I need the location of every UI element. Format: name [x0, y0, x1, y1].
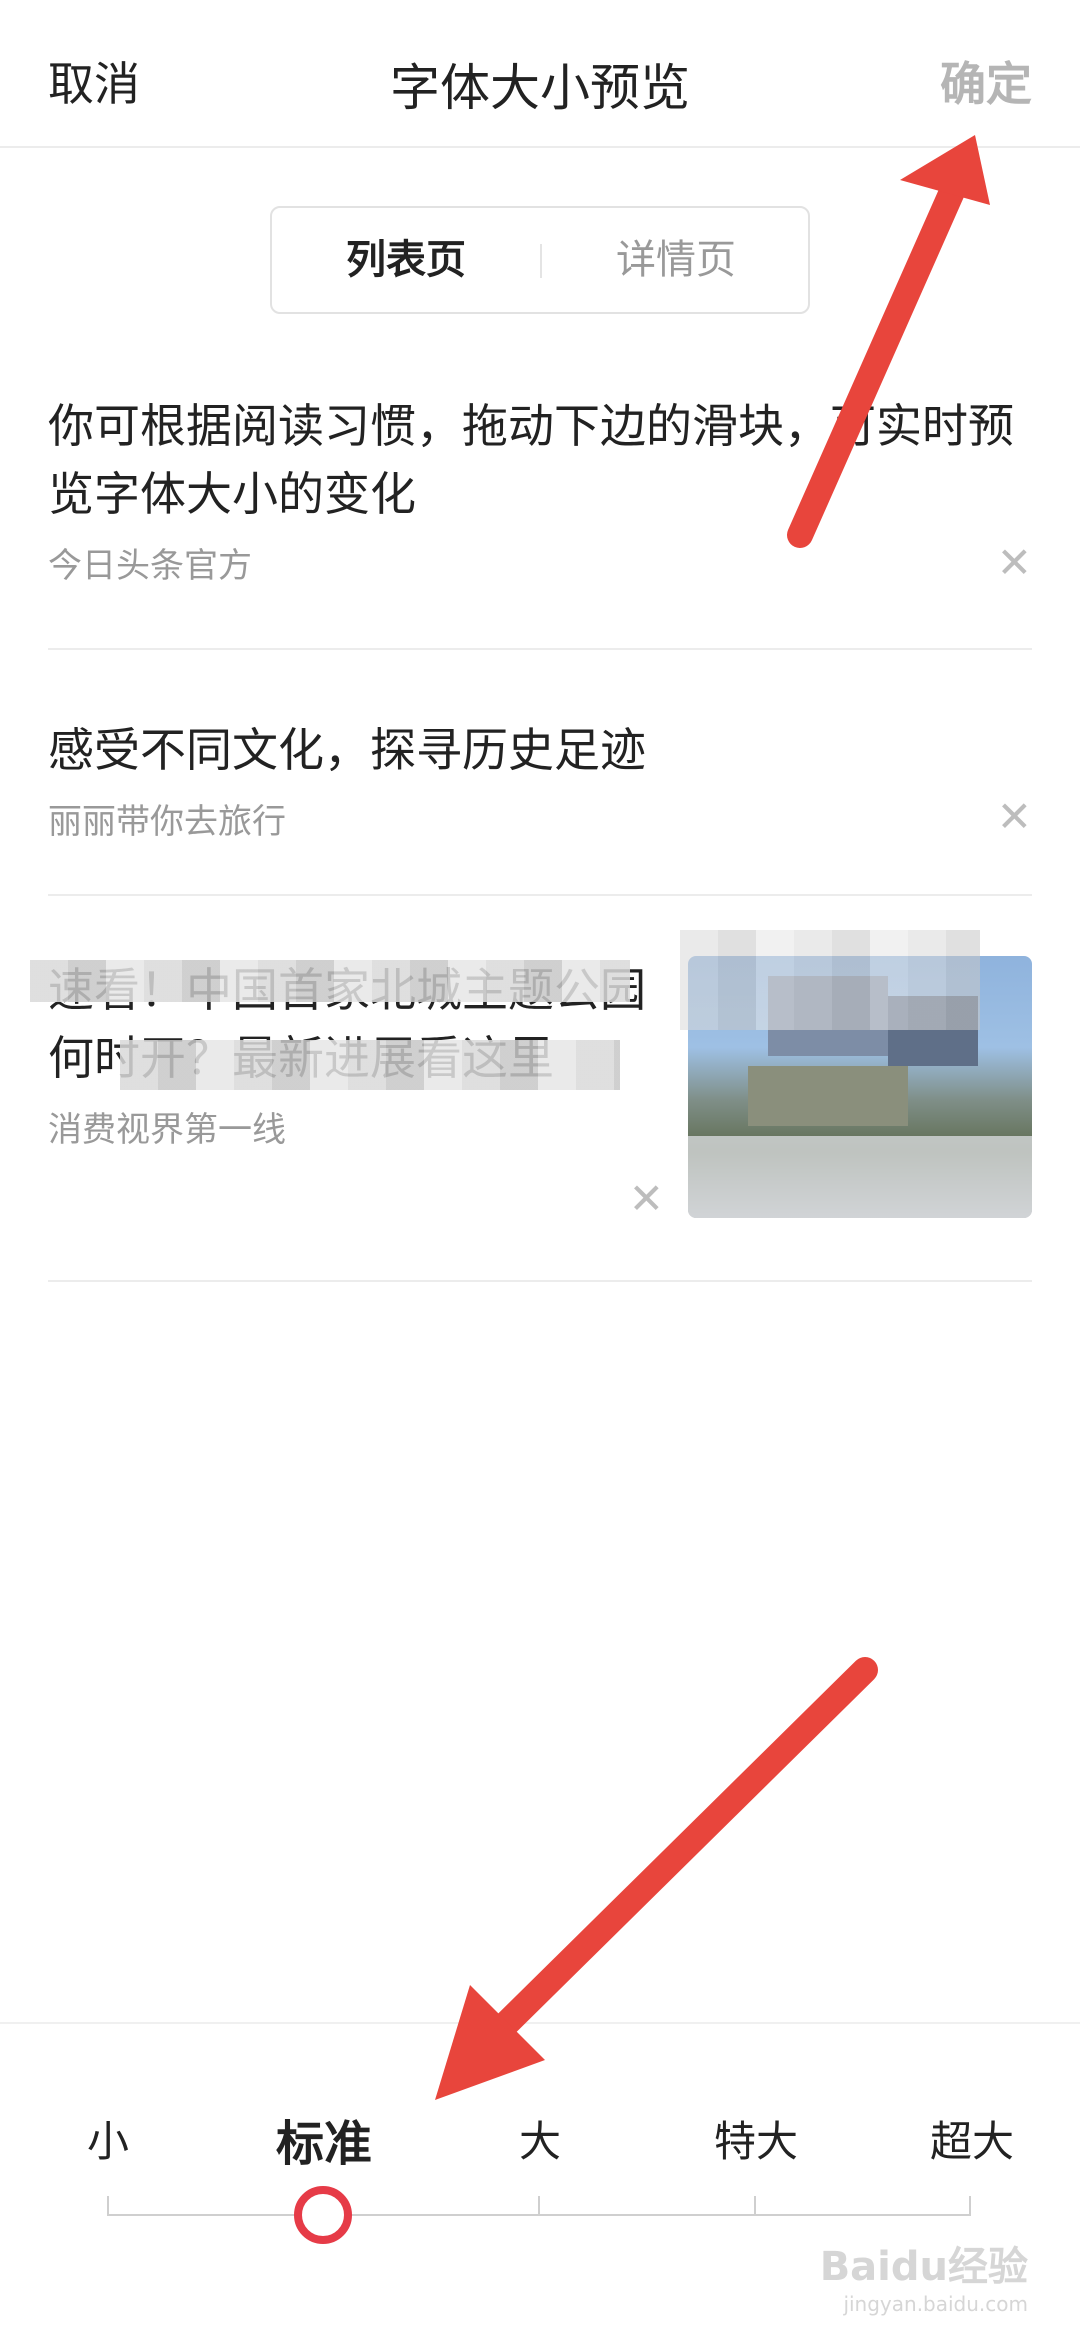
close-icon[interactable]: ✕ [997, 796, 1032, 838]
slider-tick [107, 2196, 109, 2216]
page-title: 字体大小预览 [390, 59, 690, 117]
baidu-watermark: Baidu经验 jingyan.baidu.com [820, 2234, 1028, 2316]
size-option-extra-large[interactable]: 特大 [676, 2108, 836, 2169]
confirm-button[interactable]: 确定 [940, 48, 1032, 114]
close-icon[interactable]: ✕ [629, 1178, 664, 1220]
tab-detail-page[interactable]: 详情页 [542, 208, 810, 312]
redaction-mosaic [30, 960, 630, 1002]
size-option-standard[interactable]: 标准 [244, 2104, 404, 2174]
size-option-small[interactable]: 小 [28, 2108, 188, 2169]
size-option-large[interactable]: 大 [460, 2108, 620, 2169]
slider-knob[interactable] [294, 2186, 352, 2244]
slider-tick [754, 2196, 756, 2216]
redaction-mosaic [120, 1040, 620, 1090]
slider-tick [538, 2196, 540, 2216]
article-headline: 你可根据阅读习惯，拖动下边的滑块，可实时预览字体大小的变化 [48, 399, 1014, 521]
tab-list-page[interactable]: 列表页 [272, 208, 540, 312]
article-source: 丽丽带你去旅行 [48, 802, 286, 842]
close-icon[interactable]: ✕ [997, 542, 1032, 584]
article-source: 今日头条官方 [48, 546, 252, 586]
watermark-url: jingyan.baidu.com [843, 2292, 1028, 2316]
top-bar: 取消 字体大小预览 确定 [0, 0, 1080, 148]
slider-tick [969, 2196, 971, 2216]
size-option-super-large[interactable]: 超大 [892, 2108, 1052, 2169]
list-item[interactable]: 你可根据阅读习惯，拖动下边的滑块，可实时预览字体大小的变化 今日头条官方 ✕ [48, 392, 1032, 650]
redaction-mosaic [680, 930, 980, 1030]
watermark-brand: Baidu经验 [819, 2244, 1028, 2290]
preview-mode-toggle: 列表页 详情页 [270, 206, 810, 314]
list-item[interactable]: 感受不同文化，探寻历史足迹 丽丽带你去旅行 ✕ [48, 716, 1032, 896]
article-headline: 感受不同文化，探寻历史足迹 [48, 723, 646, 777]
